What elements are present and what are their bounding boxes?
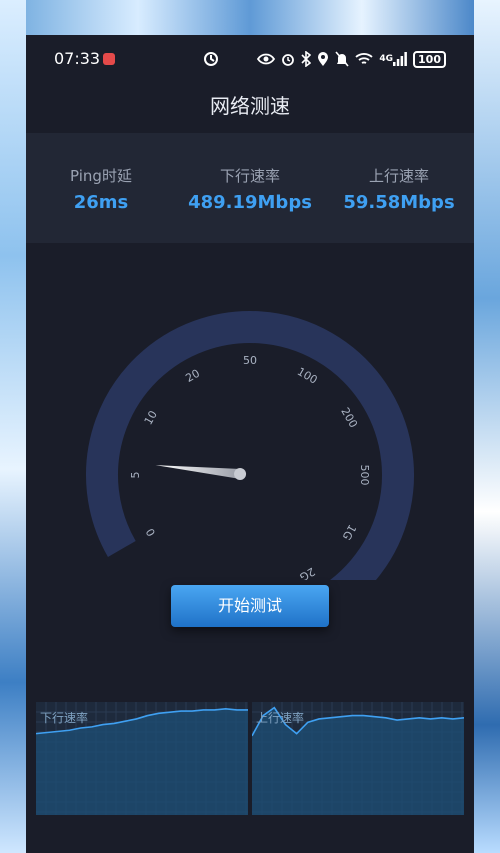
gauge-tick-label: 0 [143,526,158,539]
bluetooth-icon [301,51,312,67]
gauge-tick-label: 20 [183,367,202,385]
alarm-icon [281,52,295,66]
stats-panel: Ping时延 26ms 下行速率 489.19Mbps 上行速率 59.58Mb… [26,133,474,243]
gauge-needle-cap [234,467,247,480]
stat-download: 下行速率 489.19Mbps [175,165,325,213]
download-mini-chart: 下行速率 [35,702,248,815]
download-value: 489.19Mbps [188,192,312,213]
wallpaper-right-strip [474,0,500,853]
status-time: 07:33 [54,49,101,68]
status-bar: 07:33 4G 100 [26,35,474,83]
download-label: 下行速率 [219,167,280,185]
wallpaper-top-strip [26,0,474,35]
wallpaper-left-strip [0,0,26,853]
eye-icon [257,52,276,66]
recording-icon [103,53,115,65]
start-test-button[interactable]: 开始测试 [171,585,329,627]
upload-label: 上行速率 [368,167,429,185]
gauge-tick-label: 10 [142,408,160,427]
gauge-tick-labels: 051020501002005001G2G5G [129,354,371,580]
network-type: 4G [379,54,394,64]
gauge-tick-label: 200 [338,405,360,430]
stat-upload: 上行速率 59.58Mbps [324,165,474,213]
gauge-tick-label: 1G [340,522,359,542]
page-title: 网络测速 [210,94,290,118]
ping-label: Ping时延 [70,167,132,185]
gauge-tick-label: 50 [243,354,257,367]
status-icons: 4G 100 [203,49,446,69]
sync-icon [203,51,219,67]
speed-gauge: 051020501002005001G2G5G [86,311,414,580]
stat-ping: Ping时延 26ms [26,165,176,213]
upload-value: 59.58Mbps [343,192,455,213]
app-window: 07:33 4G 100 网络测速 Ping时延 26ms 下行速率 489.1… [26,35,474,853]
gauge-tick-label: 5 [129,472,142,479]
upload-chart-label: 上行速率 [256,711,305,725]
wifi-icon [355,52,373,66]
gauge-needle-group [155,465,247,480]
gauge-needle [155,465,241,479]
location-icon [317,51,329,67]
gauge-tick-label: 500 [358,465,371,486]
download-chart-label: 下行速率 [40,711,89,725]
mute-icon [335,51,349,67]
battery-icon: 100 [413,50,446,68]
gauge-tick-label: 100 [295,365,320,387]
signal-4g-icon: 4G [379,52,407,66]
upload-mini-chart: 上行速率 [251,702,465,815]
ping-value: 26ms [73,192,129,213]
gauge-tick-label: 2G [297,565,317,580]
